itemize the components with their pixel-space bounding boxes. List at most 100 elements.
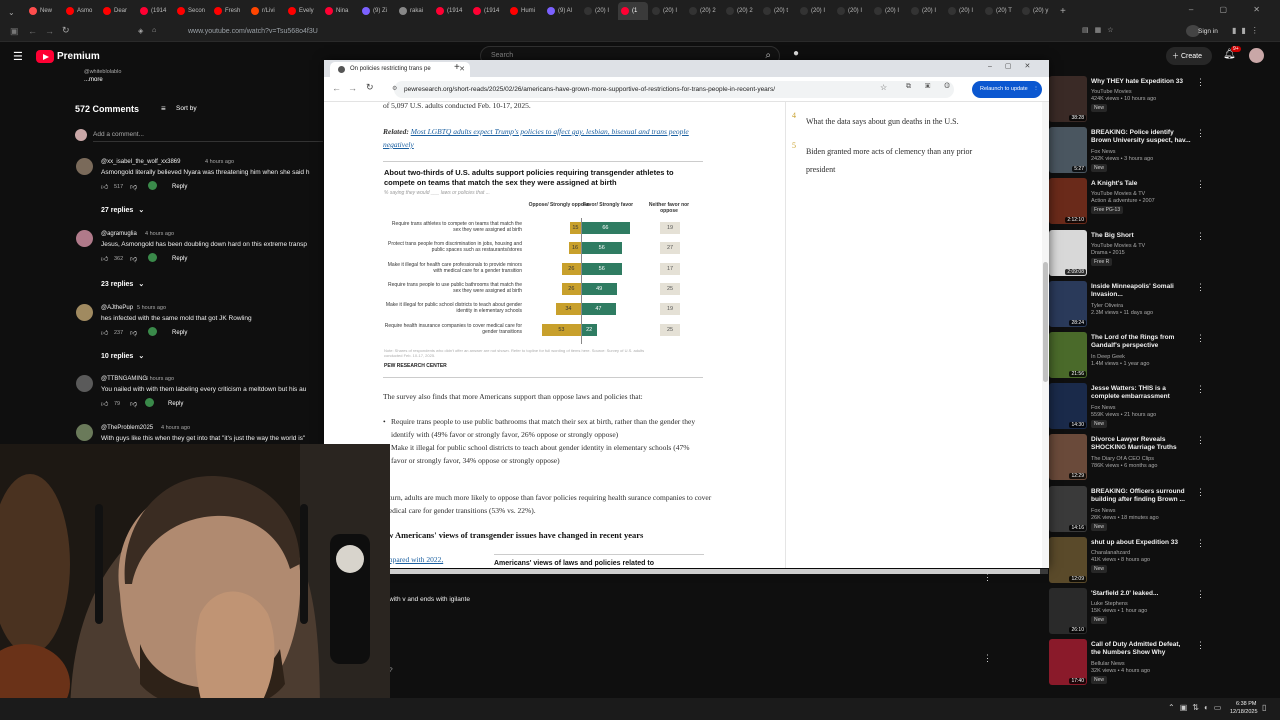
inner-scrollbar[interactable]: [1042, 102, 1049, 568]
commenter-name[interactable]: @TTBNGAMING: [101, 376, 147, 382]
video-thumbnail[interactable]: 14:30: [1049, 383, 1087, 430]
site-info-icon[interactable]: ⚙: [392, 85, 397, 92]
browser-tab[interactable]: (20) I: [834, 2, 870, 20]
browser-tab[interactable]: (1: [618, 2, 648, 20]
like-icon[interactable]: 👍︎: [101, 254, 108, 263]
video-menu-icon[interactable]: ⋮: [1196, 640, 1205, 651]
video-title[interactable]: Call of Duty Admitted Defeat, the Number…: [1091, 641, 1191, 657]
inner-extension-icons[interactable]: ⧉▣◍: [906, 83, 964, 91]
video-menu-icon[interactable]: ⋮: [1196, 487, 1205, 498]
video-thumbnail[interactable]: 21:56: [1049, 332, 1087, 378]
youtube-logo-icon[interactable]: [36, 50, 54, 63]
microphone-icon[interactable]: ●: [793, 48, 799, 59]
channel-name[interactable]: YouTube Movies & TV: [1091, 243, 1145, 249]
popular-title[interactable]: What the data says about gun deaths in t…: [806, 117, 959, 126]
browser-tab[interactable]: rakai: [396, 2, 432, 20]
channel-name[interactable]: Bellular News: [1091, 661, 1125, 667]
back-icon[interactable]: ←: [28, 26, 37, 36]
bookmark-star-icon[interactable]: ☆: [880, 83, 887, 92]
channel-name[interactable]: Fox News: [1091, 405, 1115, 411]
inner-back-icon[interactable]: ←: [332, 83, 341, 93]
notifications-icon[interactable]: ▯: [1262, 703, 1266, 712]
like-icon[interactable]: 👍︎: [101, 328, 108, 337]
premium-label[interactable]: Premium: [57, 51, 100, 62]
hamburger-menu-icon[interactable]: ☰: [13, 50, 23, 63]
video-menu-icon[interactable]: ⋮: [1196, 282, 1205, 293]
video-title[interactable]: A Knight's Tale: [1091, 180, 1191, 188]
description-user[interactable]: @whiteblolablo: [84, 69, 121, 75]
browser-tab[interactable]: (20) I: [649, 2, 685, 20]
video-menu-icon[interactable]: ⋮: [1196, 231, 1205, 242]
browser-tab[interactable]: (20) t: [760, 2, 796, 20]
commenter-avatar[interactable]: [76, 424, 93, 441]
clock-date[interactable]: 12/18/2025: [1230, 709, 1258, 715]
inner-forward-icon[interactable]: →: [348, 83, 357, 93]
reply-button[interactable]: Reply: [172, 330, 187, 336]
browser-tab[interactable]: Nina: [322, 2, 358, 20]
channel-name[interactable]: YouTube Movies: [1091, 89, 1132, 95]
browser-tab[interactable]: Fresh: [211, 2, 247, 20]
video-title[interactable]: The Big Short: [1091, 232, 1191, 240]
commenter-name[interactable]: @xx_isabel_the_wolf_xx3869: [101, 159, 180, 165]
video-menu-icon[interactable]: ⋮: [1196, 589, 1205, 600]
commenter-name[interactable]: @AJthePup: [101, 305, 133, 311]
outer-url[interactable]: www.youtube.com/watch?v=Tsu568o4f3U: [188, 28, 318, 35]
browser-tab[interactable]: (20) 2: [723, 2, 759, 20]
browser-tab[interactable]: (1914: [433, 2, 469, 20]
browser-tab[interactable]: (20) T: [982, 2, 1018, 20]
replies-toggle[interactable]: 10 replies ⌄: [101, 352, 144, 360]
comment-menu-icon[interactable]: ⋮: [983, 572, 992, 583]
browser-tab[interactable]: New: [26, 2, 62, 20]
forward-icon[interactable]: →: [45, 26, 54, 36]
popular-item[interactable]: 5 Biden granted more acts of clemency tha…: [792, 141, 982, 177]
video-thumbnail[interactable]: 2:12:10: [1049, 178, 1087, 225]
system-tray-icons[interactable]: ⌃▣⇅◐▭: [1168, 703, 1226, 712]
channel-name[interactable]: Tyler Oliveira: [1091, 303, 1123, 309]
browser-tab[interactable]: (20) I: [908, 2, 944, 20]
dislike-icon[interactable]: 👎︎: [130, 399, 137, 408]
reply-button[interactable]: Reply: [172, 184, 187, 190]
browser-tab[interactable]: Evely: [285, 2, 321, 20]
browser-tab[interactable]: (20) y: [1019, 2, 1055, 20]
browser-tab[interactable]: (20) I: [581, 2, 617, 20]
video-menu-icon[interactable]: ⋮: [1196, 435, 1205, 446]
replies-toggle[interactable]: 27 replies ⌄: [101, 206, 144, 214]
channel-name[interactable]: The Diary Of A CEO Clips: [1091, 456, 1154, 462]
video-title[interactable]: Jesse Watters: THIS is a complete embarr…: [1091, 385, 1191, 401]
video-title[interactable]: The Lord of the Rings from Gandalf's per…: [1091, 334, 1191, 350]
browser-tab[interactable]: (20) I: [797, 2, 833, 20]
shield-icon[interactable]: ◈: [138, 27, 143, 35]
video-thumbnail[interactable]: 14:16: [1049, 485, 1087, 532]
add-comment-input[interactable]: Add a comment...: [93, 131, 144, 138]
commenter-name[interactable]: @TheProblem2025: [101, 425, 153, 431]
like-icon[interactable]: 👍︎: [101, 182, 108, 191]
video-thumbnail[interactable]: 17:40: [1049, 639, 1087, 686]
video-menu-icon[interactable]: ⋮: [1196, 384, 1205, 395]
replies-toggle[interactable]: 23 replies ⌄: [101, 280, 144, 288]
inner-new-tab-button[interactable]: +: [454, 62, 460, 73]
channel-name[interactable]: In Deep Geek: [1091, 354, 1125, 360]
reply-button[interactable]: Reply: [168, 401, 183, 407]
sidebar-toggle-icon[interactable]: ▣: [10, 26, 19, 37]
clock-time[interactable]: 6:38 PM: [1236, 701, 1256, 707]
close-tab-icon[interactable]: ✕: [459, 65, 465, 73]
inner-active-tab[interactable]: On policies restricting trans pe ✕: [330, 62, 470, 77]
commenter-name[interactable]: @agramuglia: [101, 231, 137, 237]
video-menu-icon[interactable]: ⋮: [1196, 77, 1205, 88]
video-thumbnail[interactable]: 12:29: [1049, 434, 1087, 481]
browser-menu-icons[interactable]: ▮▮⋮: [1232, 26, 1264, 35]
inner-url-field[interactable]: ⚙ pewresearch.org/short-reads/2025/02/26…: [392, 81, 954, 98]
related-link[interactable]: Most LGBTQ adults expect Trump's policie…: [383, 127, 689, 149]
new-tab-button[interactable]: +: [1060, 6, 1066, 17]
commenter-avatar[interactable]: [76, 375, 93, 392]
browser-tab[interactable]: (9) Zi: [359, 2, 395, 20]
dislike-icon[interactable]: 👎︎: [130, 254, 137, 263]
lock-icon[interactable]: ⌂: [152, 27, 156, 34]
compared-link[interactable]: ompared with 2022,: [383, 555, 443, 564]
extension-icons[interactable]: ▤▦☆: [1082, 26, 1120, 34]
browser-tab[interactable]: r/Livi: [248, 2, 284, 20]
signin-label[interactable]: Sign in: [1198, 28, 1218, 35]
dislike-icon[interactable]: 👎︎: [130, 328, 137, 337]
video-title[interactable]: Divorce Lawyer Reveals SHOCKING Marriage…: [1091, 436, 1191, 452]
tab-search-icon[interactable]: ⌄: [0, 2, 26, 20]
